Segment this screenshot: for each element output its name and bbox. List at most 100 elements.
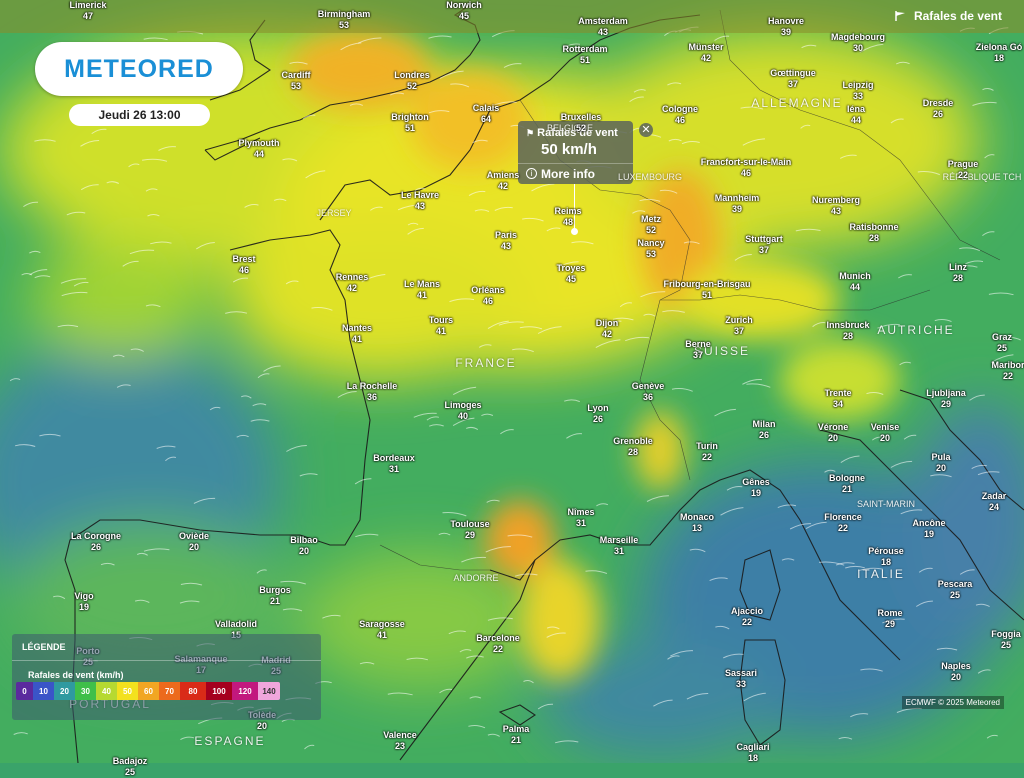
city-marker[interactable]: La Corogne 26 xyxy=(71,531,121,553)
city-marker[interactable]: Toulouse 29 xyxy=(450,519,489,541)
city-gust-value: 28 xyxy=(952,273,963,283)
city-marker[interactable]: Berne 37 xyxy=(685,339,711,361)
city-name: Prague xyxy=(947,159,979,169)
city-name: Cagliari xyxy=(736,742,770,752)
city-marker[interactable]: Valence 23 xyxy=(383,730,417,752)
city-marker[interactable]: Stuttgart 37 xyxy=(745,234,783,256)
city-name: Fribourg-en-Brisgau xyxy=(663,279,751,289)
city-marker[interactable]: Hanovre 39 xyxy=(768,16,804,38)
city-marker[interactable]: Burgos 21 xyxy=(259,585,291,607)
city-marker[interactable]: Zielona Gó 18 xyxy=(976,42,1023,64)
city-marker[interactable]: Rennes 42 xyxy=(336,272,369,294)
city-marker[interactable]: Amiens 42 xyxy=(487,170,520,192)
layer-selector[interactable]: Rafales de vent xyxy=(894,9,1002,23)
city-marker[interactable]: Rome 29 xyxy=(877,608,902,630)
city-marker[interactable]: Venise 20 xyxy=(871,422,900,444)
city-marker[interactable]: Bologne 21 xyxy=(829,473,865,495)
city-marker[interactable]: Zadar 24 xyxy=(982,491,1007,513)
city-marker[interactable]: Ajaccio 22 xyxy=(731,606,763,628)
city-marker[interactable]: Paris 43 xyxy=(495,230,517,252)
city-marker[interactable]: Maribor 22 xyxy=(991,360,1024,382)
city-marker[interactable]: Vigo 19 xyxy=(74,591,93,613)
city-marker[interactable]: Reims 48 xyxy=(554,206,581,228)
city-marker[interactable]: Genève 36 xyxy=(632,381,665,403)
city-marker[interactable]: Mannheim 39 xyxy=(715,193,760,215)
city-marker[interactable]: Fribourg-en-Brisgau 51 xyxy=(664,279,751,301)
city-marker[interactable]: Nîmes 31 xyxy=(567,507,594,529)
city-marker[interactable]: Limoges 40 xyxy=(444,400,481,422)
city-marker[interactable]: Linz 28 xyxy=(949,262,967,284)
city-marker[interactable]: Dijon 42 xyxy=(596,318,619,340)
city-marker[interactable]: Cagliari 18 xyxy=(736,742,769,764)
city-marker[interactable]: Nantes 41 xyxy=(342,323,372,345)
city-marker[interactable]: Trente 34 xyxy=(824,388,851,410)
city-marker[interactable]: Gênes 19 xyxy=(742,477,770,499)
city-marker[interactable]: Calais 64 xyxy=(473,103,500,125)
city-marker[interactable]: Londres 52 xyxy=(394,70,430,92)
city-marker[interactable]: Badajoz 25 xyxy=(113,756,148,778)
city-marker[interactable]: Turin 22 xyxy=(696,441,718,463)
city-marker[interactable]: Ancône 19 xyxy=(912,518,945,540)
city-marker[interactable]: Rotterdam 51 xyxy=(562,44,607,66)
city-marker[interactable]: Monaco 13 xyxy=(680,512,714,534)
city-name: Nancy xyxy=(637,238,665,248)
close-icon[interactable]: ✕ xyxy=(639,123,653,137)
city-marker[interactable]: Foggia 25 xyxy=(991,629,1021,651)
city-marker[interactable]: Tours 41 xyxy=(429,315,453,337)
city-marker[interactable]: Bilbao 20 xyxy=(290,535,318,557)
city-marker[interactable]: Sassari 33 xyxy=(725,668,757,690)
city-marker[interactable]: Metz 52 xyxy=(641,214,661,236)
city-marker[interactable]: Saragosse 41 xyxy=(359,619,405,641)
city-marker[interactable]: Orléans 46 xyxy=(471,285,505,307)
city-marker[interactable]: Graz 25 xyxy=(992,332,1012,354)
city-marker[interactable]: Brighton 51 xyxy=(391,112,429,134)
city-marker[interactable]: Leipzig 33 xyxy=(843,80,874,102)
city-marker[interactable]: Nancy 53 xyxy=(637,238,664,260)
city-marker[interactable]: Prague 22 xyxy=(948,159,979,181)
city-marker[interactable]: Milan 26 xyxy=(752,419,775,441)
city-marker[interactable]: Ratisbonne 28 xyxy=(849,222,898,244)
city-marker[interactable]: Marseille 31 xyxy=(600,535,639,557)
city-marker[interactable]: Vérone 20 xyxy=(818,422,849,444)
city-marker[interactable]: Munich 44 xyxy=(839,271,871,293)
city-marker[interactable]: Münster 42 xyxy=(688,42,723,64)
city-marker[interactable]: Innsbruck 28 xyxy=(826,320,869,342)
location-pin[interactable] xyxy=(571,228,578,235)
city-marker[interactable]: Palma 21 xyxy=(503,724,530,746)
city-marker[interactable]: Le Havre 43 xyxy=(401,190,439,212)
city-name: Bilbao xyxy=(290,535,318,545)
city-marker[interactable]: Dresde 26 xyxy=(923,98,954,120)
city-marker[interactable]: Norwich 45 xyxy=(446,0,482,22)
city-marker[interactable]: Nuremberg 43 xyxy=(812,195,860,217)
date-time-selector[interactable]: Jeudi 26 13:00 xyxy=(69,104,210,126)
city-marker[interactable]: Pula 20 xyxy=(931,452,950,474)
meteored-logo[interactable]: METEORED xyxy=(35,42,243,96)
city-marker[interactable]: Naples 20 xyxy=(941,661,971,683)
city-marker[interactable]: Ljubljana 29 xyxy=(926,388,966,410)
more-info-link[interactable]: More info xyxy=(541,167,595,181)
city-marker[interactable]: Florence 22 xyxy=(824,512,862,534)
city-marker[interactable]: Iéna 44 xyxy=(847,104,865,126)
city-marker[interactable]: La Rochelle 36 xyxy=(347,381,398,403)
city-marker[interactable]: Plymouth 44 xyxy=(238,138,279,160)
city-marker[interactable]: Francfort-sur-le-Main 46 xyxy=(701,157,792,179)
city-marker[interactable]: Cologne 46 xyxy=(662,104,698,126)
city-marker[interactable]: Brest 46 xyxy=(232,254,255,276)
city-marker[interactable]: Bruxelles 52 xyxy=(561,112,602,134)
city-marker[interactable]: Magdebourg 30 xyxy=(831,32,885,54)
city-marker[interactable]: Amsterdam 43 xyxy=(578,16,628,38)
city-marker[interactable]: Grenoble 28 xyxy=(613,436,653,458)
city-marker[interactable]: Barcelone 22 xyxy=(476,633,520,655)
city-marker[interactable]: Bordeaux 31 xyxy=(373,453,415,475)
city-marker[interactable]: Gœttingue 37 xyxy=(770,68,816,90)
city-marker[interactable]: Birmingham 53 xyxy=(318,9,371,31)
city-marker[interactable]: Le Mans 41 xyxy=(404,279,440,301)
city-marker[interactable]: Troyes 45 xyxy=(556,263,585,285)
city-marker[interactable]: Pescara 25 xyxy=(938,579,973,601)
city-marker[interactable]: Cardiff 53 xyxy=(282,70,311,92)
city-marker[interactable]: Lyon 26 xyxy=(587,403,608,425)
city-marker[interactable]: Pérouse 18 xyxy=(868,546,904,568)
city-marker[interactable]: Limerick 47 xyxy=(69,0,106,22)
city-marker[interactable]: Zurich 37 xyxy=(725,315,753,337)
city-marker[interactable]: Oviède 20 xyxy=(179,531,209,553)
